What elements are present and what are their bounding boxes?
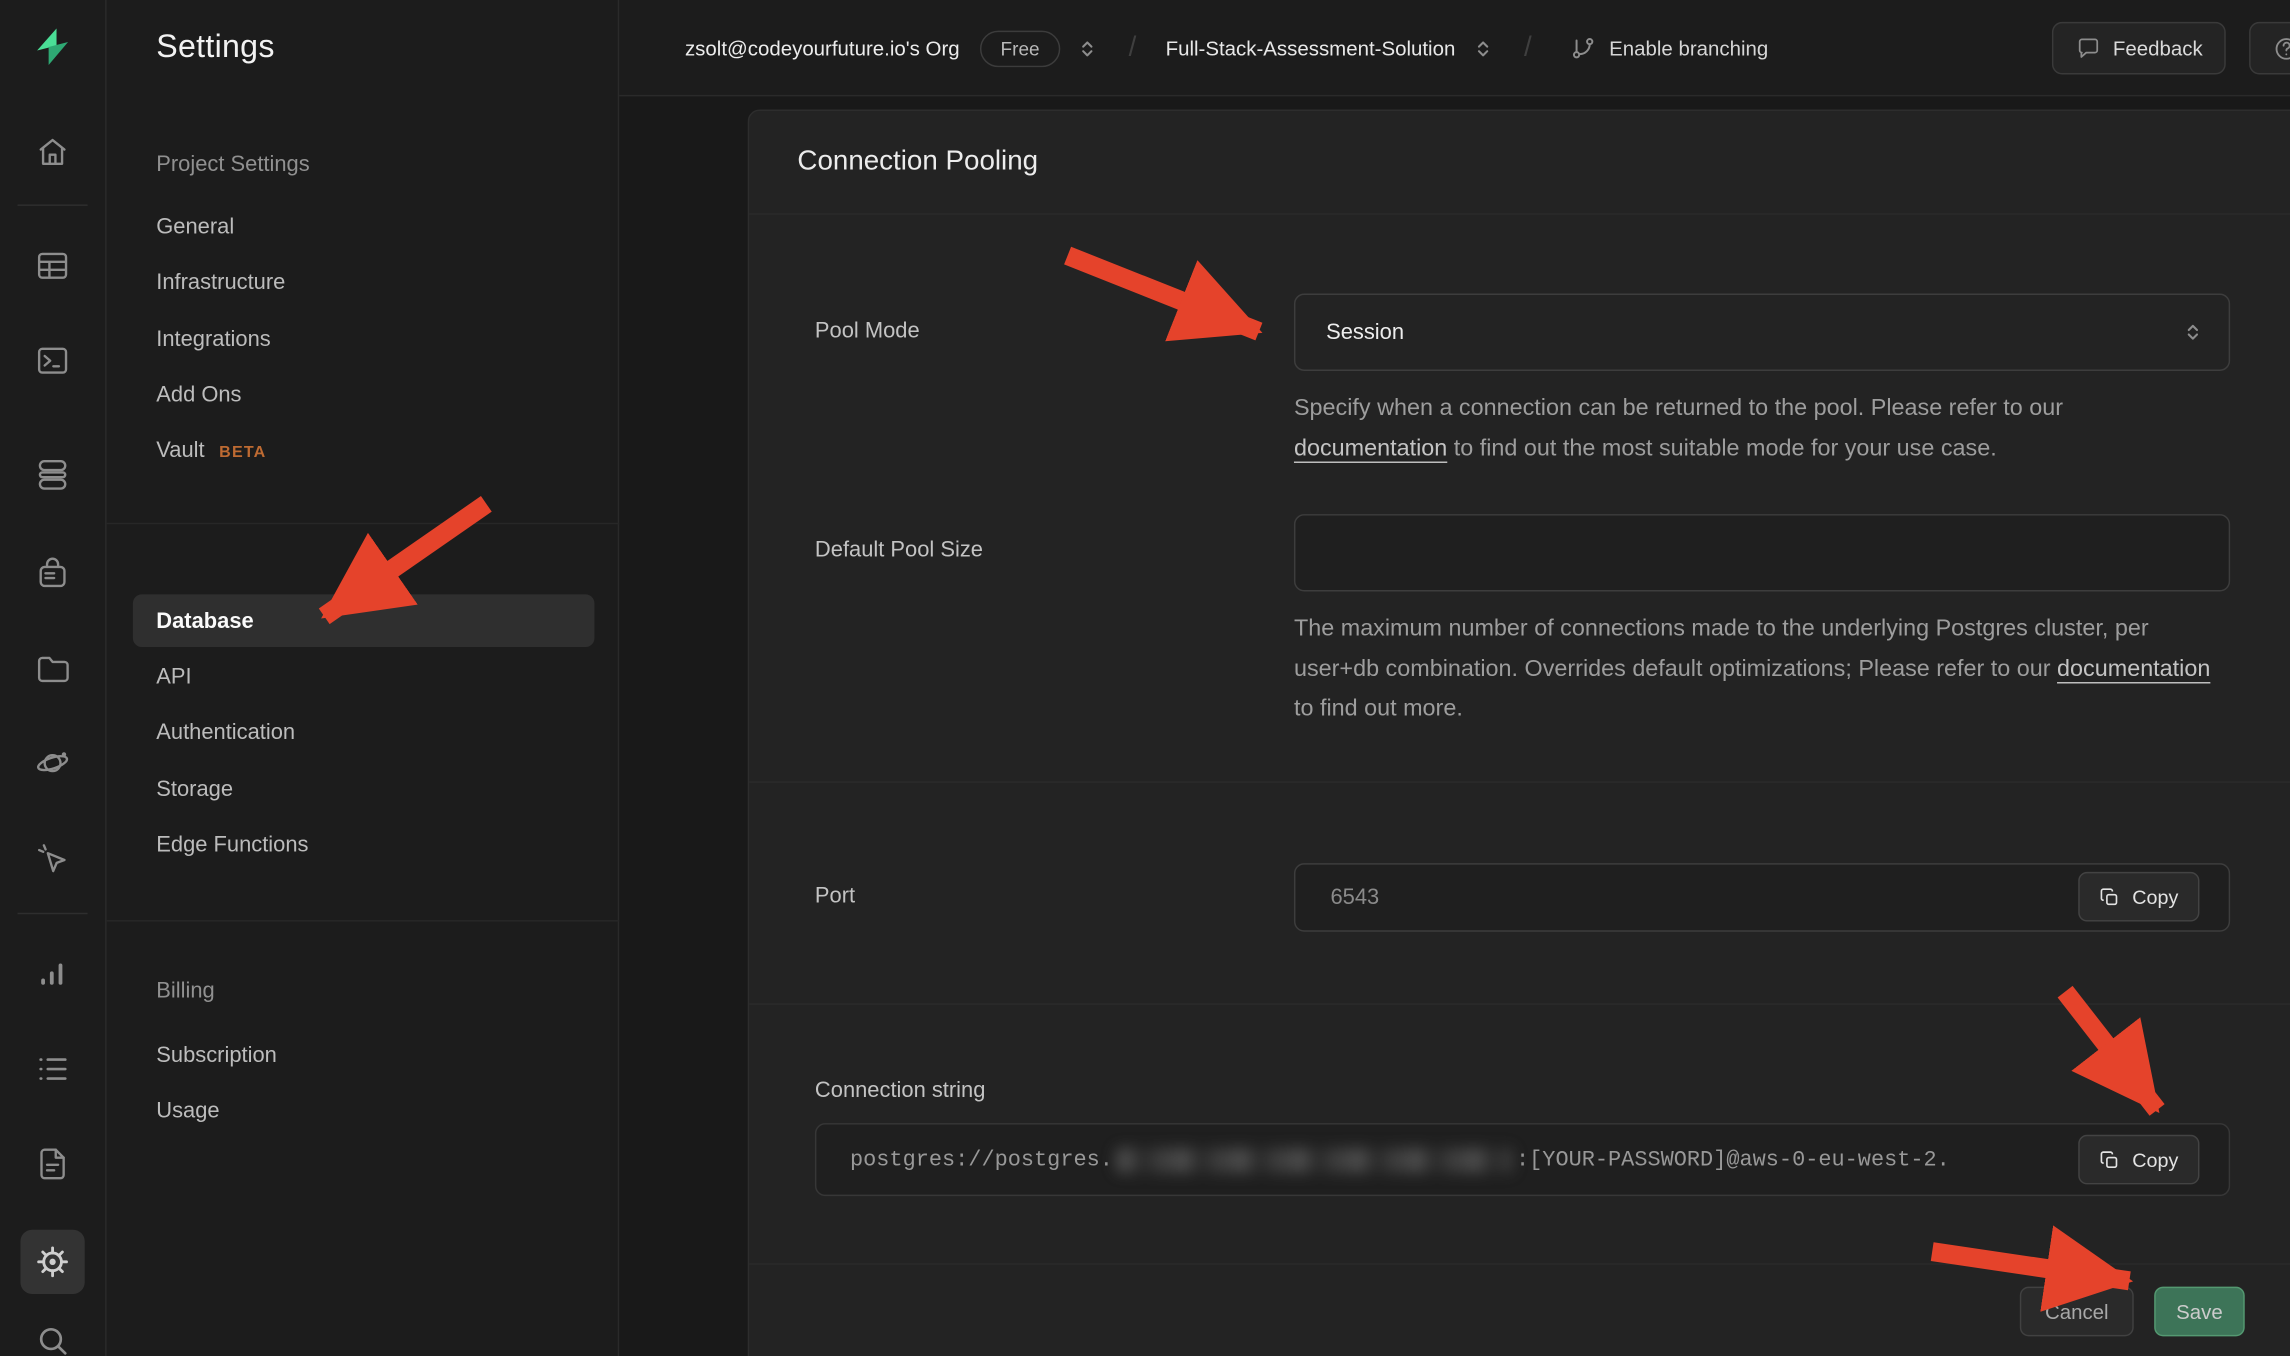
panel-divider (749, 1003, 2290, 1004)
select-chevrons-icon (2180, 320, 2205, 345)
cancel-button[interactable]: Cancel (2020, 1287, 2134, 1337)
auth-nav-button[interactable] (20, 540, 84, 604)
sql-editor-icon (34, 342, 72, 380)
sidebar-item-usage[interactable]: Usage (156, 1098, 219, 1123)
sidebar-item-add-ons[interactable]: Add Ons (156, 383, 241, 408)
settings-sidebar: Settings Project Settings General Infras… (107, 0, 620, 1356)
sidebar-item-database[interactable]: Database (133, 594, 595, 647)
edge-functions-nav-button[interactable] (20, 730, 84, 794)
database-nav-button[interactable] (20, 443, 84, 507)
pool-mode-description: Specify when a connection can be returne… (1294, 388, 2217, 468)
sidebar-item-general[interactable]: General (156, 215, 234, 240)
storage-icon (34, 648, 72, 686)
pool-mode-select[interactable]: Session (1294, 294, 2230, 371)
feedback-label: Feedback (2113, 37, 2203, 60)
api-docs-icon (34, 1145, 72, 1183)
realtime-nav-button[interactable] (20, 827, 84, 891)
reports-nav-button[interactable] (20, 942, 84, 1006)
panel-divider (749, 213, 2290, 214)
feedback-button[interactable]: Feedback (2052, 22, 2227, 75)
table-editor-icon (34, 247, 72, 285)
rail-divider (18, 913, 88, 914)
sidebar-item-edge-functions[interactable]: Edge Functions (156, 832, 308, 857)
feedback-bubble-icon (2075, 35, 2101, 61)
realtime-icon (34, 840, 72, 878)
org-switcher-chevrons-icon[interactable] (1075, 36, 1100, 61)
connection-string-label: Connection string (815, 1078, 985, 1103)
help-icon (2273, 34, 2290, 62)
settings-nav-button[interactable] (20, 1230, 84, 1294)
beta-badge: BETA (219, 444, 266, 462)
enable-branching-label: Enable branching (1609, 37, 1768, 60)
sidebar-item-vault[interactable]: DatabaseVaultBETA (156, 438, 266, 463)
enable-branching-button[interactable]: Enable branching (1570, 35, 1769, 61)
port-copy-label: Copy (2132, 886, 2178, 908)
port-label: Port (815, 884, 855, 909)
search-button[interactable] (20, 1309, 84, 1356)
connection-string-copy-button[interactable]: Copy (2078, 1135, 2199, 1185)
sidebar-item-integrations[interactable]: Integrations (156, 327, 270, 352)
reports-icon (34, 955, 72, 993)
storage-nav-button[interactable] (20, 635, 84, 699)
breadcrumb-org[interactable]: zsolt@codeyourfuture.io's Org (685, 37, 960, 60)
redacted-project-ref (1116, 1147, 1513, 1172)
home-nav-button[interactable] (20, 120, 84, 184)
sidebar-item-authentication[interactable]: Authentication (156, 720, 295, 745)
breadcrumb-separator: / (1524, 32, 1532, 64)
default-pool-size-label: Default Pool Size (815, 537, 983, 562)
help-button[interactable]: Help (2249, 22, 2290, 75)
search-icon (34, 1322, 72, 1356)
sidebar-item-vault-label: Vault (156, 438, 204, 463)
app-window: Settings Project Settings General Infras… (0, 0, 2290, 1356)
panel-footer-divider (749, 1263, 2290, 1264)
sidebar-item-infrastructure[interactable]: Infrastructure (156, 270, 285, 295)
documentation-link[interactable]: documentation (2057, 656, 2210, 681)
port-copy-button[interactable]: Copy (2078, 872, 2199, 922)
connection-string-field[interactable]: postgres://postgres.:[YOUR-PASSWORD]@aws… (815, 1123, 2230, 1196)
sql-editor-nav-button[interactable] (20, 329, 84, 393)
documentation-link[interactable]: documentation (1294, 436, 1447, 461)
sidebar-section-billing: Billing (156, 979, 214, 1004)
project-switcher-chevrons-icon[interactable] (1470, 36, 1495, 61)
api-docs-nav-button[interactable] (20, 1132, 84, 1196)
plan-badge[interactable]: Free (980, 30, 1060, 67)
home-icon (34, 133, 72, 171)
sidebar-divider (107, 920, 620, 921)
sidebar-item-api[interactable]: API (156, 665, 191, 690)
sidebar-item-database-label: Database (156, 608, 253, 633)
supabase-logo[interactable] (20, 15, 84, 79)
sidebar-item-storage[interactable]: Storage (156, 777, 233, 802)
connection-pooling-panel: Connection Pooling Pool Mode Session Spe… (748, 110, 2290, 1356)
table-editor-nav-button[interactable] (20, 234, 84, 298)
page-title: Settings (156, 28, 274, 66)
pool-mode-label: Pool Mode (815, 318, 920, 343)
sidebar-item-subscription[interactable]: Subscription (156, 1043, 277, 1068)
copy-icon (2099, 886, 2121, 908)
panel-divider (749, 781, 2290, 782)
supabase-logo-icon (32, 26, 73, 67)
main-content: Connection Pooling Pool Mode Session Spe… (619, 96, 2290, 1356)
save-button[interactable]: Save (2154, 1287, 2245, 1337)
rail-divider (18, 204, 88, 205)
icon-rail (0, 0, 107, 1356)
sidebar-section-project-settings: Project Settings (156, 152, 309, 177)
connection-string-copy-label: Copy (2132, 1149, 2178, 1171)
sidebar-divider (107, 523, 620, 524)
default-pool-size-input[interactable] (1294, 514, 2230, 591)
breadcrumb-separator: / (1129, 32, 1137, 64)
edge-functions-icon (34, 743, 72, 781)
auth-icon (34, 554, 72, 592)
default-pool-size-description: The maximum number of connections made t… (1294, 609, 2217, 729)
logs-icon (34, 1050, 72, 1088)
panel-title: Connection Pooling (797, 111, 1038, 213)
connection-string-value: postgres://postgres.:[YOUR-PASSWORD]@aws… (850, 1147, 1950, 1172)
pool-mode-value: Session (1326, 320, 2180, 345)
copy-icon (2099, 1149, 2121, 1171)
logs-nav-button[interactable] (20, 1037, 84, 1101)
git-branch-icon (1570, 35, 1596, 61)
breadcrumb-project[interactable]: Full-Stack-Assessment-Solution (1166, 37, 1456, 60)
settings-icon (34, 1243, 72, 1281)
database-icon (34, 456, 72, 494)
